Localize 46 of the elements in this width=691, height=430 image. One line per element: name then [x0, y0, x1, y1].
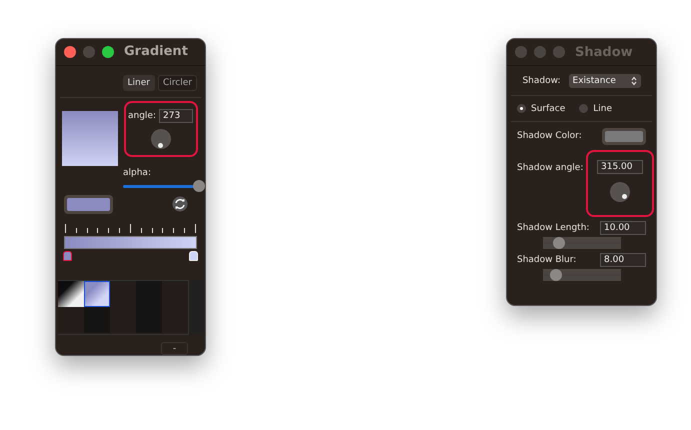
gradient-swatch[interactable] — [110, 306, 136, 333]
tab[interactable]: Circler — [158, 74, 197, 91]
gradient-swatch[interactable] — [110, 280, 136, 307]
color-well[interactable] — [64, 194, 113, 214]
shadow-label: Shadow: — [522, 76, 561, 86]
angle-dial[interactable] — [151, 128, 171, 149]
window-title: Gradient — [124, 44, 188, 60]
angle-field[interactable]: 273 — [159, 108, 194, 123]
shadow-dropdown[interactable]: Existance — [568, 74, 641, 88]
gradient-swatch[interactable] — [162, 306, 188, 333]
gradient-swatch[interactable] — [84, 306, 110, 333]
shadow-blur-slider-thumb[interactable] — [550, 269, 562, 281]
gradient-swatch[interactable] — [84, 280, 110, 307]
remove-button[interactable]: - — [161, 342, 188, 355]
shadow-blur-label: Shadow Blur: — [517, 255, 576, 265]
gradient-swatch[interactable] — [58, 306, 84, 333]
alpha-slider-thumb[interactable] — [193, 180, 205, 192]
radio-option[interactable]: Surface — [517, 104, 566, 114]
shadow-length-label: Shadow Length: — [517, 223, 590, 233]
shadow-blur-field[interactable]: 8.00 — [600, 253, 646, 267]
radio-option[interactable]: Line — [579, 104, 612, 114]
angle-label: angle: — [128, 110, 156, 121]
zoom-button[interactable] — [102, 46, 114, 58]
gradient-bar[interactable] — [64, 236, 197, 249]
minimize-button[interactable] — [83, 46, 95, 58]
shadow-angle-label: Shadow angle: — [517, 163, 584, 173]
gradient-preview — [62, 110, 118, 166]
close-button[interactable] — [64, 46, 76, 58]
window-title: Shadow — [575, 44, 633, 60]
gradient-swatch[interactable] — [162, 280, 188, 307]
shadow-length-slider-thumb[interactable] — [552, 237, 565, 249]
shadow-color-label: Shadow Color: — [517, 131, 582, 141]
scrollbar[interactable] — [188, 280, 204, 335]
alpha-label: alpha: — [123, 168, 152, 178]
shadow-length-field[interactable]: 10.00 — [600, 221, 646, 235]
color-stop[interactable] — [63, 250, 72, 261]
shadow-angle-field[interactable]: 315.00 — [597, 160, 643, 174]
gradient-swatch[interactable] — [58, 280, 84, 307]
updown-icon — [630, 76, 637, 86]
angle-dial[interactable] — [610, 182, 630, 202]
gradient-swatch[interactable] — [136, 280, 162, 307]
refresh-icon[interactable] — [172, 196, 188, 212]
tab[interactable]: Liner — [122, 74, 156, 91]
minimize-button[interactable] — [534, 46, 546, 58]
gradient-swatch[interactable] — [136, 306, 162, 333]
shadow-color-well[interactable] — [602, 128, 646, 144]
